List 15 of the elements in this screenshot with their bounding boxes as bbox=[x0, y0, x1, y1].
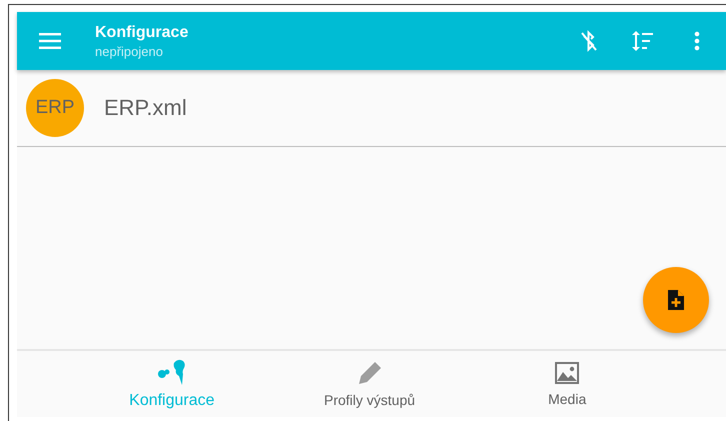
more-icon bbox=[694, 31, 700, 51]
bluetooth-off-icon bbox=[580, 30, 598, 52]
file-name: ERP.xml bbox=[104, 95, 187, 121]
file-row[interactable]: ERP ERP.xml bbox=[17, 70, 726, 147]
file-add-icon bbox=[667, 289, 685, 311]
add-file-button[interactable] bbox=[643, 267, 709, 333]
file-avatar: ERP bbox=[26, 79, 84, 137]
sort-icon bbox=[632, 31, 654, 51]
nav-tab[interactable]: Media bbox=[468, 351, 666, 417]
toolbar-subtitle: nepřipojeno bbox=[95, 44, 164, 58]
pencil-icon bbox=[356, 360, 382, 386]
toolbar-title: Konfigurace bbox=[95, 24, 190, 42]
menu-icon bbox=[39, 33, 61, 49]
nav-tab[interactable]: Profily výstupů bbox=[270, 351, 468, 417]
image-icon bbox=[554, 361, 580, 385]
